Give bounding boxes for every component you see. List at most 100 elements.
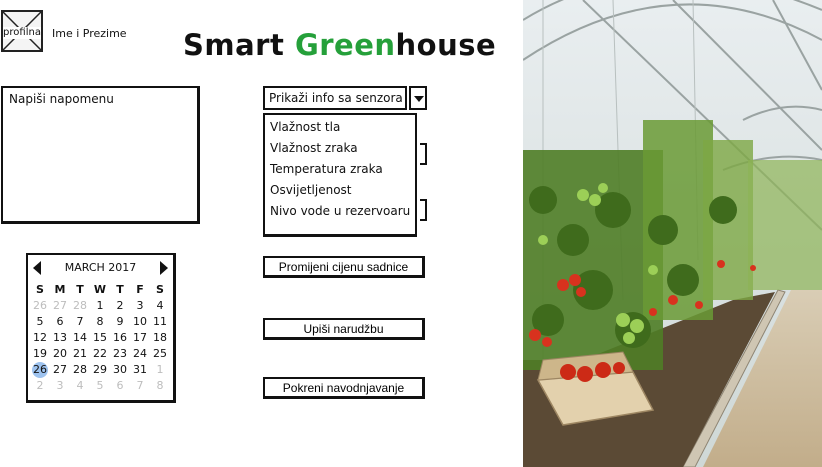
calendar-day[interactable]: 28 xyxy=(70,298,90,314)
calendar-day[interactable]: 5 xyxy=(90,378,110,394)
arrow-right-icon[interactable] xyxy=(160,261,168,275)
calendar-day[interactable]: 12 xyxy=(30,330,50,346)
calendar-day-number: 6 xyxy=(116,379,124,392)
avatar-label: profilna xyxy=(3,27,41,39)
calendar: MARCH 2017 S M T W T F S 26 27 28 1 2 3 4 5 6 7 8 9 10 11 12 1… xyxy=(26,253,176,403)
calendar-day-number: 5 xyxy=(36,315,44,328)
calendar-day-number: 31 xyxy=(133,363,147,376)
calendar-day-number: 1 xyxy=(96,299,104,312)
calendar-day[interactable]: 10 xyxy=(130,314,150,330)
calendar-weekdays: SMTWTFS xyxy=(30,282,172,298)
calendar-day-number: 6 xyxy=(56,315,64,328)
menu-item-illumination[interactable]: Osvijetljenost xyxy=(265,180,415,201)
calendar-day[interactable]: 4 xyxy=(70,378,90,394)
calendar-day-number: 8 xyxy=(96,315,104,328)
calendar-day-number: 10 xyxy=(133,315,147,328)
calendar-day-number: 26 xyxy=(33,299,47,312)
calendar-day[interactable]: 16 xyxy=(110,330,130,346)
calendar-week: 2345678 xyxy=(30,378,172,394)
calendar-day[interactable]: 20 xyxy=(50,346,70,362)
sensor-dropdown[interactable]: Prikaži info sa senzora xyxy=(263,86,427,110)
note-textarea[interactable]: Napiši napomenu xyxy=(1,86,200,224)
calendar-day[interactable]: 26 xyxy=(30,298,50,314)
calendar-day[interactable]: 13 xyxy=(50,330,70,346)
calendar-day-number: 5 xyxy=(96,379,104,392)
menu-item-water-level[interactable]: Nivo vode u rezervoaru xyxy=(265,201,415,222)
calendar-day[interactable]: 22 xyxy=(90,346,110,362)
menu-item-soil-moisture[interactable]: Vlažnost tla xyxy=(265,117,415,138)
title-part-green: Green xyxy=(294,28,396,62)
calendar-day-number: 30 xyxy=(113,363,127,376)
calendar-day[interactable]: 30 xyxy=(110,362,130,378)
calendar-day[interactable]: 29 xyxy=(90,362,110,378)
hidden-control-edge xyxy=(420,199,427,221)
greenhouse-photo xyxy=(523,0,822,467)
calendar-day-number: 21 xyxy=(73,347,87,360)
calendar-day[interactable]: 24 xyxy=(130,346,150,362)
calendar-grid: S M T W T F S 26 27 28 1 2 3 4 5 6 7 8 9 10 11 12 13 14 15 16 17 18… xyxy=(30,282,172,394)
calendar-day[interactable]: 4 xyxy=(150,298,170,314)
calendar-week: 26 27 28 29 30 31 1 xyxy=(30,362,172,378)
calendar-day-number: 26 xyxy=(33,363,47,376)
weekday-label: S xyxy=(36,283,44,296)
menu-item-air-temperature[interactable]: Temperatura zraka xyxy=(265,159,415,180)
calendar-day[interactable]: 27 xyxy=(50,298,70,314)
calendar-day-number: 4 xyxy=(156,299,164,312)
calendar-day-number: 13 xyxy=(53,331,67,344)
calendar-day-number: 4 xyxy=(76,379,84,392)
calendar-week: 5 6 7 8 9 10 11 xyxy=(30,314,172,330)
weekday-label: M xyxy=(54,283,66,296)
calendar-day[interactable]: 3 xyxy=(50,378,70,394)
calendar-day[interactable]: 25 xyxy=(150,346,170,362)
calendar-day[interactable]: 28 xyxy=(70,362,90,378)
enter-order-button[interactable]: Upiši narudžbu xyxy=(263,318,425,340)
start-irrigation-button[interactable]: Pokreni navodnjavanje xyxy=(263,377,425,399)
sensor-dropdown-value[interactable]: Prikaži info sa senzora xyxy=(263,86,407,110)
user-name: Ime i Prezime xyxy=(52,27,127,40)
calendar-day[interactable]: 6 xyxy=(50,314,70,330)
calendar-day[interactable]: 18 xyxy=(150,330,170,346)
calendar-day[interactable]: 8 xyxy=(150,378,170,394)
calendar-day[interactable]: 19 xyxy=(30,346,50,362)
menu-item-air-humidity[interactable]: Vlažnost zraka xyxy=(265,138,415,159)
calendar-day-number: 2 xyxy=(36,379,44,392)
calendar-day[interactable]: 11 xyxy=(150,314,170,330)
calendar-day[interactable]: 21 xyxy=(70,346,90,362)
calendar-day-number: 23 xyxy=(113,347,127,360)
calendar-day[interactable]: 5 xyxy=(30,314,50,330)
calendar-day-number: 8 xyxy=(156,379,164,392)
sensor-dropdown-menu: Vlažnost tla Vlažnost zraka Temperatura … xyxy=(263,113,417,237)
calendar-day[interactable]: 17 xyxy=(130,330,150,346)
weekday-label: F xyxy=(136,283,144,296)
calendar-day[interactable]: 6 xyxy=(110,378,130,394)
calendar-day-selected[interactable]: 26 xyxy=(30,362,50,378)
calendar-day-number: 22 xyxy=(93,347,107,360)
calendar-day-number: 3 xyxy=(136,299,144,312)
calendar-week: 26 27 28 1 2 3 4 xyxy=(30,298,172,314)
calendar-day[interactable]: 7 xyxy=(130,378,150,394)
calendar-day[interactable]: 1 xyxy=(90,298,110,314)
calendar-day[interactable]: 2 xyxy=(110,298,130,314)
calendar-day-number: 27 xyxy=(53,363,67,376)
calendar-day[interactable]: 1 xyxy=(150,362,170,378)
avatar[interactable]: profilna xyxy=(1,10,43,52)
calendar-day[interactable]: 8 xyxy=(90,314,110,330)
calendar-day[interactable]: 9 xyxy=(110,314,130,330)
calendar-day[interactable]: 31 xyxy=(130,362,150,378)
calendar-day[interactable]: 23 xyxy=(110,346,130,362)
weekday-label: T xyxy=(76,283,84,296)
calendar-day-number: 20 xyxy=(53,347,67,360)
calendar-day[interactable]: 15 xyxy=(90,330,110,346)
calendar-day[interactable]: 2 xyxy=(30,378,50,394)
calendar-day[interactable]: 7 xyxy=(70,314,90,330)
page-title: Smart Greenhouse xyxy=(183,28,496,62)
calendar-day-number: 7 xyxy=(136,379,144,392)
calendar-day[interactable]: 14 xyxy=(70,330,90,346)
chevron-down-icon[interactable] xyxy=(409,86,427,110)
arrow-left-icon[interactable] xyxy=(33,261,41,275)
calendar-day-number: 16 xyxy=(113,331,127,344)
calendar-day[interactable]: 27 xyxy=(50,362,70,378)
change-price-button[interactable]: Promijeni cijenu sadnice xyxy=(263,256,425,278)
weekday-label: W xyxy=(93,283,107,296)
calendar-day[interactable]: 3 xyxy=(130,298,150,314)
